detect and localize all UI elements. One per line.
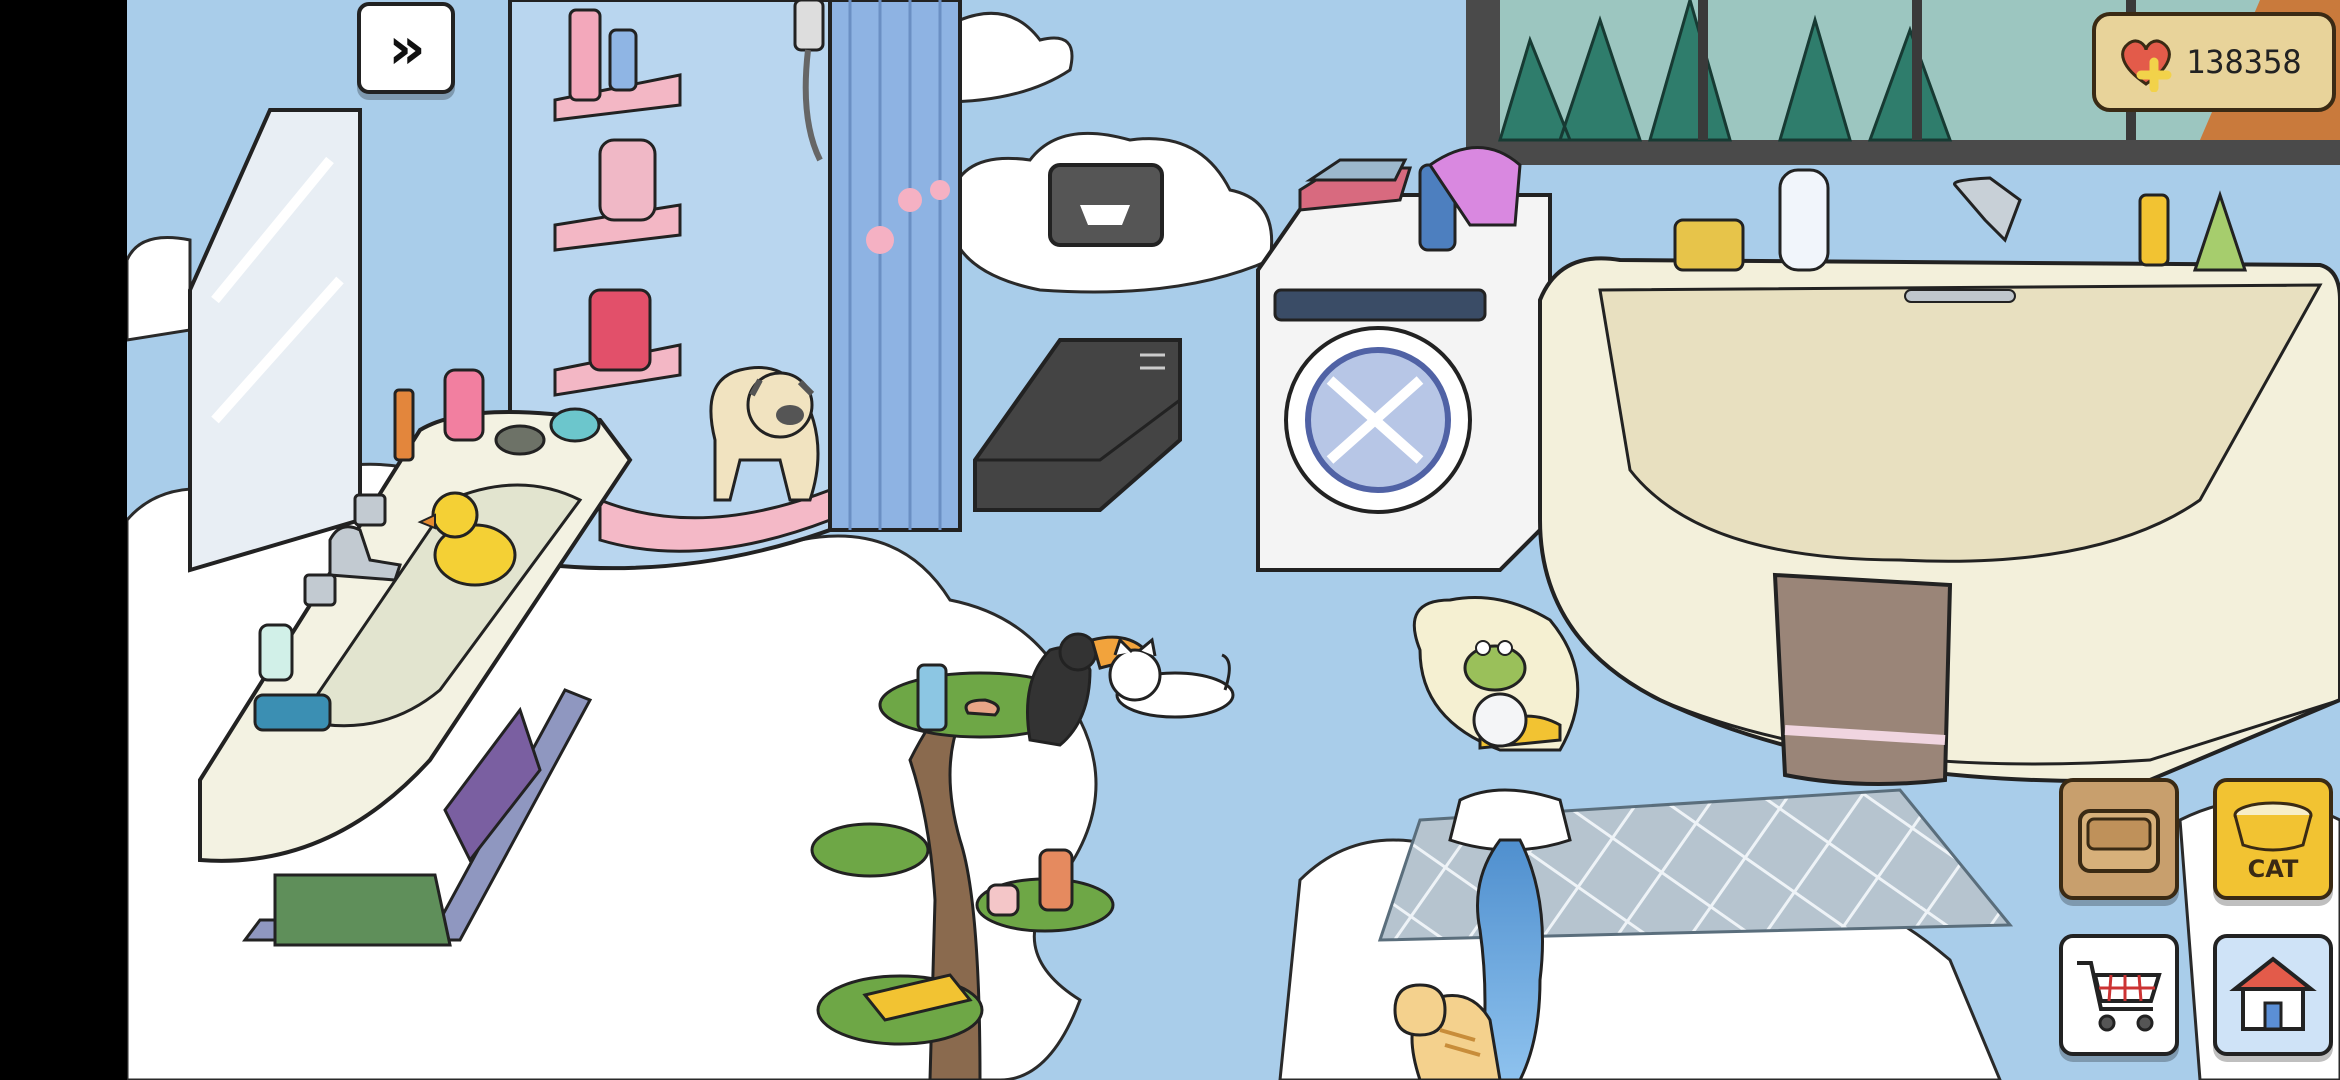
mirror[interactable] (188, 108, 362, 573)
hearts-counter[interactable]: 138358 (2092, 12, 2336, 112)
black-toilet[interactable] (973, 338, 1182, 512)
shopping-cart-icon (2077, 961, 2162, 1032)
towel[interactable] (1772, 572, 1953, 786)
fast-forward-icon: » (388, 14, 426, 82)
shop-cart-button[interactable] (2059, 934, 2179, 1056)
treat-box-button[interactable] (2059, 778, 2179, 900)
house-icon (2229, 956, 2317, 1031)
shower-head (793, 0, 825, 52)
game-screen: » 138358 CAT (0, 0, 2340, 1080)
food-bowl-label: CAT (2247, 855, 2299, 883)
treat-box-icon (2078, 809, 2160, 873)
heart-plus-icon (2116, 32, 2176, 93)
bathroom-scene: » 138358 CAT (127, 0, 2340, 1080)
white-cat[interactable] (1108, 637, 1235, 719)
scene-art (127, 0, 2340, 1080)
fast-forward-button[interactable]: » (357, 2, 455, 94)
food-bowl-button[interactable]: CAT (2213, 778, 2333, 900)
hearts-value: 138358 (2186, 43, 2302, 81)
home-button[interactable] (2213, 934, 2333, 1056)
washing-machine[interactable] (1256, 193, 1552, 572)
food-bowl-icon (2233, 801, 2313, 852)
tissue-box[interactable] (1048, 163, 1164, 247)
